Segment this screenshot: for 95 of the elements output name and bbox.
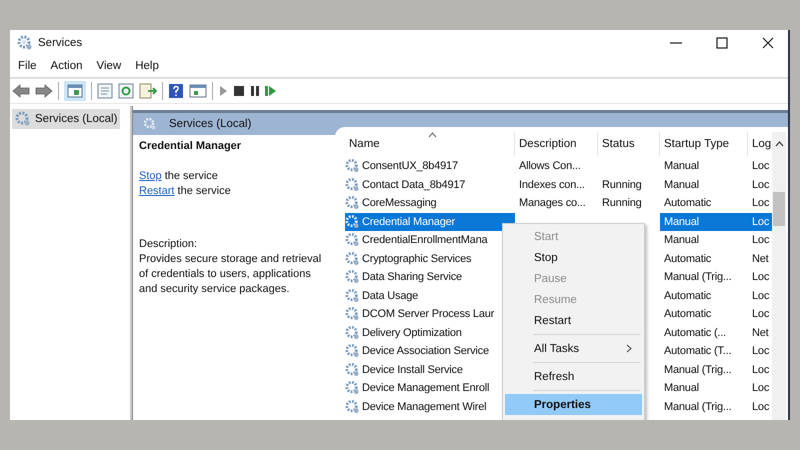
table-cell-text: Loc (751, 288, 770, 304)
table-cell-text: Loc (751, 270, 770, 285)
table-cell-text: Net (751, 326, 770, 340)
menu-item[interactable]: All Tasks (505, 338, 642, 359)
column-header[interactable]: Log (748, 132, 776, 156)
table-cell-text: Loc (751, 362, 770, 378)
stop-icon[interactable] (233, 85, 245, 97)
close-icon[interactable] (762, 36, 774, 48)
menu-item[interactable]: Restart (505, 310, 642, 331)
gear-icon (345, 194, 360, 212)
menu-item[interactable]: Help (135, 60, 159, 72)
table-cell-text: Loc (751, 400, 770, 414)
service-name: Credential Manager (139, 140, 242, 152)
table-cell-text: Manual (663, 233, 700, 248)
gear-icon (345, 305, 360, 323)
action-text: the service (178, 185, 231, 197)
maximize-icon[interactable] (716, 36, 728, 48)
table-cell-text: Automatic (... (663, 326, 727, 340)
table-cell-text: Manual (663, 178, 700, 192)
table-cell-text: Manual (663, 381, 700, 396)
gear-icon (345, 379, 360, 397)
menu-item[interactable]: File (18, 60, 37, 72)
column-header[interactable]: Status (598, 132, 660, 156)
table-cell[interactable]: CoreMessaging (360, 194, 515, 212)
table-cell-text: Loc (751, 233, 770, 248)
table-cell[interactable]: Contact Data_8b4917 (360, 176, 515, 194)
gear-icon (345, 268, 360, 286)
table-cell-text: Running (601, 178, 643, 192)
table-cell-text: Loc (751, 178, 770, 192)
table-cell-text: Automatic (663, 196, 712, 211)
column-header[interactable]: Startup Type (660, 132, 748, 156)
gear-icon (15, 111, 31, 127)
table-cell-text: Loc (751, 307, 770, 322)
table-cell: Manual (660, 212, 748, 231)
table-cell-text: Manual (Trig... (663, 362, 733, 378)
action-text: the service (164, 170, 218, 182)
back-arrow-icon[interactable] (12, 84, 30, 98)
description-text: Provides secure storage and retrieval of credentials to users, applications and security service packages. (139, 252, 322, 297)
table-cell-text: Loc (751, 159, 770, 174)
service-action-link[interactable]: Stop (139, 170, 162, 182)
forward-arrow-icon[interactable] (35, 84, 53, 98)
column-header[interactable]: Name (345, 132, 515, 156)
table-cell-text: Manages co... (518, 196, 586, 211)
table-cell-text: Manual (663, 159, 700, 174)
gear-icon (345, 286, 360, 304)
gear-icon (345, 231, 360, 249)
table-cell[interactable]: ConsentUX_8b4917 (360, 157, 515, 176)
table-cell-text: Loc (751, 196, 770, 211)
table-cell-text: Automatic (663, 288, 712, 304)
gear-icon (345, 250, 360, 268)
resume-icon[interactable] (265, 85, 277, 97)
table-cell-text: Running (601, 196, 643, 211)
table-cell-text: Indexes con... (518, 178, 586, 192)
tree-item[interactable]: Services (Local) (12, 109, 120, 129)
service-action-link[interactable]: Restart (139, 185, 174, 197)
description-label: Description: (139, 237, 198, 252)
gear-icon (345, 157, 360, 175)
gear-icon (345, 398, 360, 416)
table-cell-text: Automatic (T... (663, 344, 732, 359)
gear-icon (345, 176, 360, 194)
properties-icon[interactable] (97, 83, 113, 99)
menu-item[interactable]: Properties (505, 394, 642, 415)
refresh-icon[interactable] (118, 83, 134, 99)
window-title: Services (38, 36, 82, 48)
table-cell-text: Loc (751, 344, 770, 359)
table-cell-text: Net (751, 252, 770, 266)
play-icon[interactable] (218, 85, 228, 97)
export-icon[interactable] (139, 83, 157, 99)
gear-icon (17, 34, 33, 50)
table-cell[interactable]: Credential Manager (360, 212, 515, 231)
scrollbar[interactable] (772, 132, 786, 420)
help-icon[interactable] (168, 83, 184, 99)
gear-icon (143, 117, 157, 131)
gear-icon (345, 324, 360, 342)
table-cell-text: Manual (Trig... (663, 270, 733, 285)
action-pane-icon[interactable] (189, 83, 207, 99)
menu-item[interactable]: Refresh (505, 366, 642, 387)
scroll-thumb[interactable] (773, 192, 785, 226)
table-cell-text: Automatic (663, 307, 712, 322)
menu-item[interactable]: View (96, 60, 122, 72)
gear-icon (345, 360, 360, 378)
table-cell-text: Allows Con... (518, 159, 582, 174)
sort-caret-icon (428, 132, 437, 138)
pause-icon[interactable] (250, 85, 260, 97)
table-cell-text: Loc (751, 381, 770, 396)
table-cell-text: Manual (Trig... (663, 400, 733, 414)
console-tree-icon[interactable] (64, 81, 86, 101)
gear-icon (345, 212, 360, 230)
column-header[interactable]: Description (515, 132, 598, 156)
chevron-right-icon (626, 344, 632, 353)
menu-item[interactable]: Action (50, 60, 82, 72)
menu-item[interactable]: Stop (505, 247, 642, 268)
scroll-up-icon[interactable] (774, 141, 784, 147)
gear-icon (345, 342, 360, 360)
table-cell-text: Automatic (663, 252, 712, 266)
